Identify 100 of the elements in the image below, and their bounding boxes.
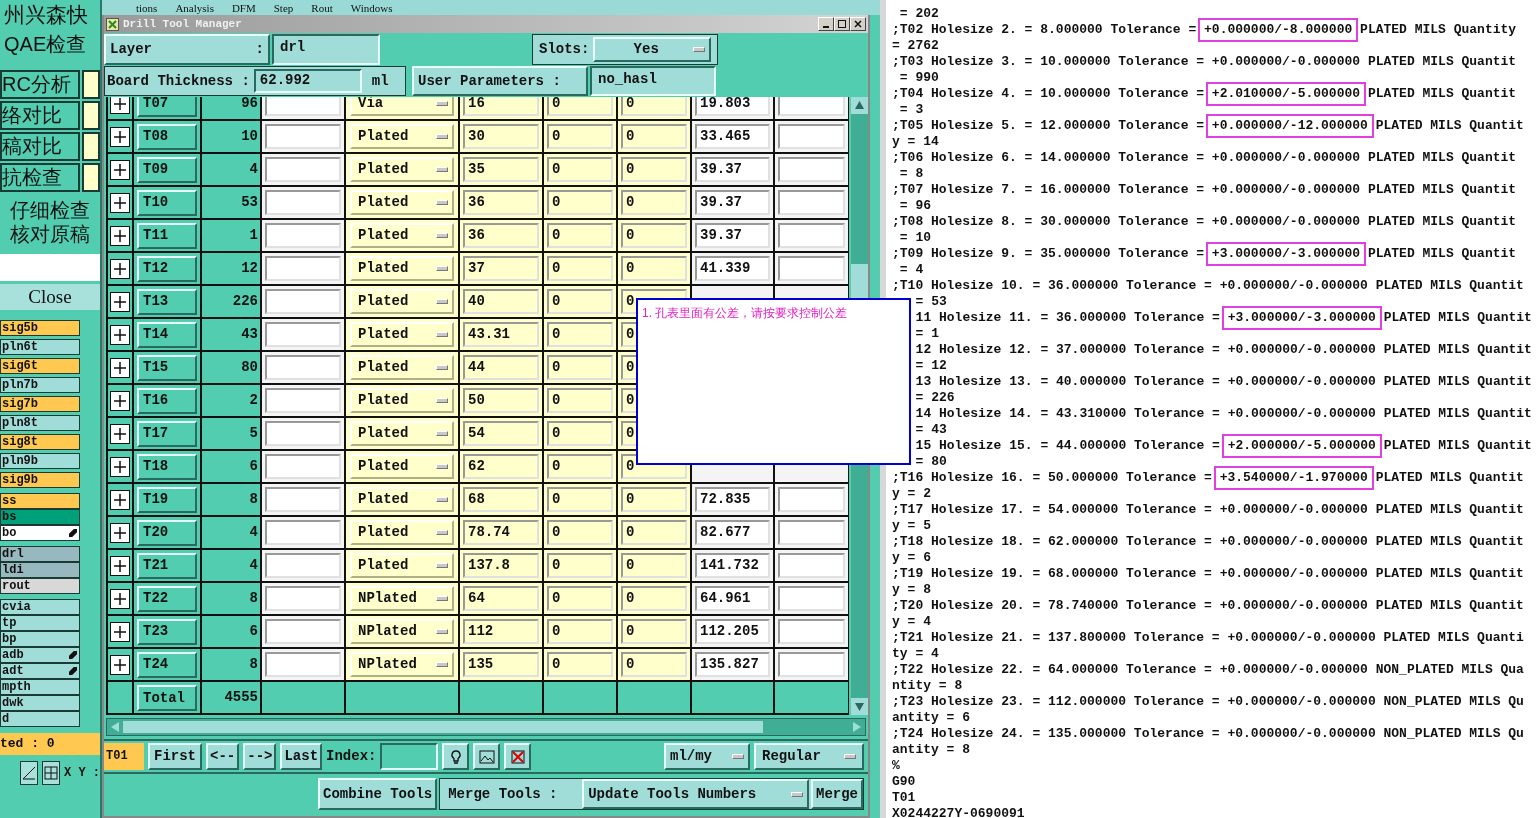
code-line: ;T05 Holesize 5. = 12.000000 Tolerance = +0.000000/-12.000000 PLATED MILS Quantit: [892, 118, 1538, 134]
layer-name: bo: [2, 526, 17, 540]
code-line: = 8: [898, 166, 925, 182]
code-line: ;T07 Holesize 7. = 16.000000 Tolerance = +0.000000/-0.000000 PLATED MILS Quantit: [892, 182, 1518, 198]
code-line: ;T04 Holesize 4. = 10.000000 Tolerance = +2.010000/-5.000000 PLATED MILS Quantit: [892, 86, 1538, 102]
code-line: ty = 4: [892, 646, 940, 662]
count-cell: 10: [202, 121, 260, 152]
panel-title: QAE检查: [3, 32, 88, 57]
count-cell: 226: [202, 286, 260, 317]
company-name: 州兴森快: [3, 2, 89, 28]
count-cell: 8: [202, 583, 260, 614]
layer-name: bp: [2, 632, 17, 646]
code-line: = 202: [898, 6, 940, 22]
code-line: 14 Holesize 14. = 43.310000 Tolerance = +0.000000/-0.000000 PLATED MILS Quantit: [914, 406, 1533, 422]
code-line: ;T08 Holesize 8. = 30.000000 Tolerance = +0.000000/-0.000000 PLATED MILS Quantit: [892, 214, 1518, 230]
count-cell: 43: [202, 319, 260, 350]
instruction-text: 核对原稿: [10, 222, 90, 246]
layer-name: adt: [2, 664, 24, 678]
code-line: ;T16 Holesize 16. = 50.000000 Tolerance = +3.540000/-1.970000 PLATED MILS Quantit: [892, 470, 1538, 486]
code-line: = 53: [914, 294, 948, 310]
code-line: X0244227Y-0690091: [892, 806, 1026, 818]
index-label: Index:: [326, 747, 377, 766]
total-value: 4555: [202, 682, 260, 713]
code-line: y = 2: [892, 486, 932, 502]
count-cell: 1: [202, 220, 260, 251]
slots-label: Slots:: [539, 40, 590, 59]
code-line: = 43: [914, 422, 948, 438]
layer-name: pln7b: [2, 378, 38, 392]
code-line: y = 5: [892, 518, 932, 534]
code-line: = 2762: [892, 38, 940, 54]
code-line: ;T17 Holesize 17. = 54.000000 Tolerance = +0.000000/-0.000000 PLATED MILS Quantit: [892, 502, 1525, 518]
layer-name: d: [2, 712, 10, 726]
count-cell: 4: [202, 154, 260, 185]
count-cell: 80: [202, 352, 260, 383]
count-cell: 53: [202, 187, 260, 218]
code-line: 13 Holesize 13. = 40.000000 Tolerance = +0.000000/-0.000000 PLATED MILS Quantit: [914, 374, 1533, 390]
code-line: y = 6: [892, 550, 932, 566]
layer-name: pln9b: [2, 454, 38, 468]
window-title: Drill Tool Manager: [123, 16, 242, 32]
note-text: 1. 孔表里面有公差，请按要求控制公差: [642, 305, 848, 321]
layer-name: pln8t: [2, 416, 38, 430]
code-line: = 990: [898, 70, 940, 86]
code-line: T01: [892, 790, 917, 806]
code-line: ;T10 Holesize 10. = 36.000000 Tolerance = +0.000000/-0.000000 PLATED MILS Quantit: [892, 278, 1525, 294]
unit-label: ml: [371, 71, 389, 91]
total-label: Total: [137, 684, 197, 711]
code-line: ;T03 Holesize 3. = 10.000000 Tolerance = +0.000000/-0.000000 PLATED MILS Quantit: [892, 54, 1518, 70]
layer-name: tp: [2, 616, 17, 630]
current-tool-label: T01: [104, 743, 144, 770]
layer-name: ldi: [2, 563, 24, 577]
count-cell: 96: [202, 97, 260, 119]
layer-name: drl: [2, 547, 24, 561]
status-text: ted : 0: [0, 733, 100, 755]
layer-name: rout: [2, 579, 31, 593]
count-cell: 8: [202, 484, 260, 515]
code-line: y = 4: [892, 614, 932, 630]
code-line: ntity = 8: [892, 678, 964, 694]
layer-name: mpth: [2, 680, 31, 694]
code-line: antity = 6: [892, 710, 971, 726]
code-line: = 4: [898, 262, 925, 278]
count-cell: 4: [202, 517, 260, 548]
layer-name: ss: [2, 494, 17, 508]
code-line: = 1: [914, 326, 940, 342]
layer-name: pln6t: [2, 340, 38, 354]
count-cell: 6: [202, 616, 260, 647]
count-cell: 8: [202, 649, 260, 680]
layer-name: sig6t: [2, 359, 38, 373]
count-cell: 12: [202, 253, 260, 284]
code-line: 12 Holesize 12. = 37.000000 Tolerance = +0.000000/-0.000000 PLATED MILS Quantit: [914, 342, 1533, 358]
layer-name: adb: [2, 648, 24, 662]
code-line: ;T21 Holesize 21. = 137.800000 Tolerance = +0.000000/-0.000000 PLATED MILS Quanti: [892, 630, 1525, 646]
code-line: y = 8: [892, 582, 932, 598]
code-line: = 3: [898, 102, 925, 118]
code-line: ;T19 Holesize 19. = 68.000000 Tolerance = +0.000000/-0.000000 PLATED MILS Quantit: [892, 566, 1525, 582]
count-cell: 2: [202, 385, 260, 416]
code-line: G90: [892, 774, 917, 790]
code-line: ;T02 Holesize 2. = 8.000000 Tolerance = +0.000000/-8.000000 PLATED MILS Quantity: [892, 22, 1538, 38]
instruction-text: 仔细检查: [10, 198, 90, 222]
layer-name: cvia: [2, 600, 31, 614]
code-line: %: [892, 758, 901, 774]
code-line: ;T09 Holesize 9. = 35.000000 Tolerance = +3.000000/-3.000000 PLATED MILS Quantit: [892, 246, 1538, 262]
code-line: = 12: [914, 358, 948, 374]
thickness-label: Board Thickness :: [107, 71, 250, 91]
code-line: ;T06 Holesize 6. = 14.000000 Tolerance = +0.000000/-0.000000 PLATED MILS Quantit: [892, 150, 1518, 166]
layer-name: sig7b: [2, 397, 38, 411]
count-cell: 5: [202, 418, 260, 449]
code-line: ;T24 Holesize 24. = 135.000000 Tolerance = +0.000000/-0.000000 NON_PLATED MILS Qu: [892, 726, 1525, 742]
layer-name: sig9b: [2, 473, 38, 487]
code-line: ;T22 Holesize 22. = 64.000000 Tolerance = +0.000000/-0.000000 NON_PLATED MILS Qua: [892, 662, 1525, 678]
layer-name: dwk: [2, 696, 24, 710]
code-line: antity = 8: [892, 742, 971, 758]
layer-name: sig5b: [2, 321, 38, 335]
count-cell: 6: [202, 451, 260, 482]
layer-name: bs: [2, 510, 17, 524]
code-line: ;T18 Holesize 18. = 62.000000 Tolerance = +0.000000/-0.000000 PLATED MILS Quantit: [892, 534, 1525, 550]
coordinates-label: X Y :: [64, 765, 100, 782]
code-line: ;T23 Holesize 23. = 112.000000 Tolerance = +0.000000/-0.000000 NON_PLATED MILS Qu: [892, 694, 1525, 710]
code-line: = 226: [914, 390, 956, 406]
count-cell: 4: [202, 550, 260, 581]
code-line: = 80: [914, 454, 948, 470]
